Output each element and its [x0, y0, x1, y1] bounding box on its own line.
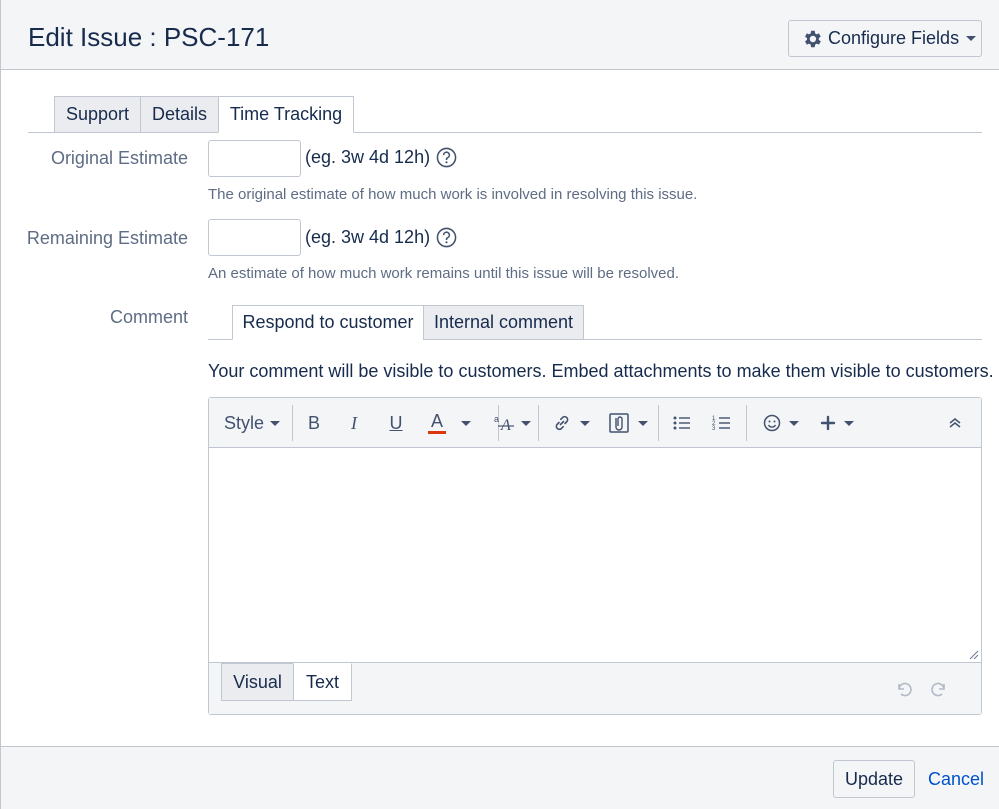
plus-icon [820, 415, 836, 431]
chevron-down-icon [638, 420, 648, 426]
configure-fields-button[interactable]: Configure Fields [788, 20, 982, 57]
chevron-down-icon [580, 420, 590, 426]
original-estimate-description: The original estimate of how much work i… [208, 186, 698, 203]
numbered-list-button[interactable]: 1 2 3 [711, 408, 733, 438]
remaining-estimate-label: Remaining Estimate [26, 228, 188, 248]
toolbar-divider [538, 405, 539, 441]
emoji-button[interactable] [758, 408, 802, 438]
gear-icon [805, 30, 821, 47]
redo-icon[interactable] [930, 679, 950, 699]
text-format-icon: a A [494, 414, 514, 433]
chevron-down-icon [844, 420, 854, 426]
chevron-down-icon [966, 36, 977, 41]
tab-support[interactable]: Support [54, 96, 141, 133]
help-icon[interactable] [436, 227, 457, 248]
text-color-label: A [430, 411, 443, 431]
more-formatting-button[interactable]: a A [487, 408, 537, 438]
resize-handle-icon[interactable] [969, 650, 979, 660]
numbered-list-icon: 1 2 3 [712, 416, 730, 432]
bullet-list-icon [673, 416, 690, 430]
original-estimate-hint-text: (eg. 3w 4d 12h) [305, 147, 431, 167]
cancel-link[interactable]: Cancel [928, 769, 984, 790]
tab-respond-to-customer[interactable]: Respond to customer [232, 305, 424, 340]
link-button[interactable] [549, 408, 593, 438]
tab-visual[interactable]: Visual [221, 663, 294, 701]
comment-editor: Style B I U A a A 1 2 3 Visual Text [208, 397, 982, 715]
comment-textarea[interactable] [209, 448, 981, 662]
help-icon[interactable] [436, 147, 457, 168]
toolbar-divider [658, 405, 659, 441]
link-icon [555, 415, 569, 431]
insert-more-button[interactable] [815, 408, 859, 438]
editor-footer: Visual Text [209, 662, 981, 714]
editor-toolbar: Style B I U A a A 1 2 3 [209, 398, 981, 448]
update-button[interactable]: Update [833, 760, 915, 798]
remaining-estimate-hint: (eg. 3w 4d 12h) [305, 227, 457, 248]
underline-button[interactable]: U [383, 408, 409, 438]
toolbar-divider [746, 405, 747, 441]
customer-visibility-message: Your comment will be visible to customer… [208, 361, 994, 381]
text-color-underline [428, 431, 446, 434]
italic-button[interactable]: I [341, 408, 367, 438]
svg-text:A: A [500, 417, 511, 433]
remaining-estimate-hint-text: (eg. 3w 4d 12h) [305, 227, 431, 247]
tab-time-tracking[interactable]: Time Tracking [218, 96, 354, 133]
comment-label: Comment [109, 307, 188, 327]
undo-icon[interactable] [893, 679, 913, 699]
dialog-title: Edit Issue : PSC-171 [28, 22, 270, 52]
dialog-footer: Update Cancel [1, 746, 999, 809]
text-color-button[interactable]: A [424, 408, 450, 438]
remaining-estimate-input[interactable] [208, 219, 301, 256]
emoji-icon [763, 414, 780, 432]
style-label: Style [223, 412, 265, 433]
bullet-list-button[interactable] [671, 408, 693, 438]
collapse-toolbar-button[interactable] [943, 408, 967, 438]
svg-text:a: a [494, 414, 499, 424]
remaining-estimate-description: An estimate of how much work remains unt… [208, 265, 680, 282]
style-dropdown[interactable]: Style [223, 408, 281, 438]
chevron-down-icon [520, 420, 531, 426]
configure-fields-label: Configure Fields [828, 28, 960, 48]
dialog-header: Edit Issue : PSC-171 Configure Fields [1, 0, 999, 70]
edit-issue-dialog: Edit Issue : PSC-171 Configure Fields Su… [0, 0, 999, 809]
chevron-down-icon [461, 420, 471, 426]
bold-button[interactable]: B [301, 408, 327, 438]
original-estimate-hint: (eg. 3w 4d 12h) [305, 147, 457, 168]
attachment-button[interactable] [606, 408, 650, 438]
attachment-icon [609, 413, 629, 433]
text-color-dropdown[interactable] [458, 408, 474, 438]
tab-text[interactable]: Text [293, 663, 352, 701]
chevron-down-icon [788, 420, 799, 426]
original-estimate-input[interactable] [208, 140, 301, 177]
chevron-double-up-icon [949, 418, 961, 428]
tab-details[interactable]: Details [140, 96, 219, 133]
chevron-down-icon [270, 420, 281, 426]
svg-text:3: 3 [712, 426, 716, 432]
original-estimate-label: Original Estimate [50, 148, 188, 168]
tab-internal-comment[interactable]: Internal comment [423, 305, 584, 340]
toolbar-divider [292, 405, 293, 441]
